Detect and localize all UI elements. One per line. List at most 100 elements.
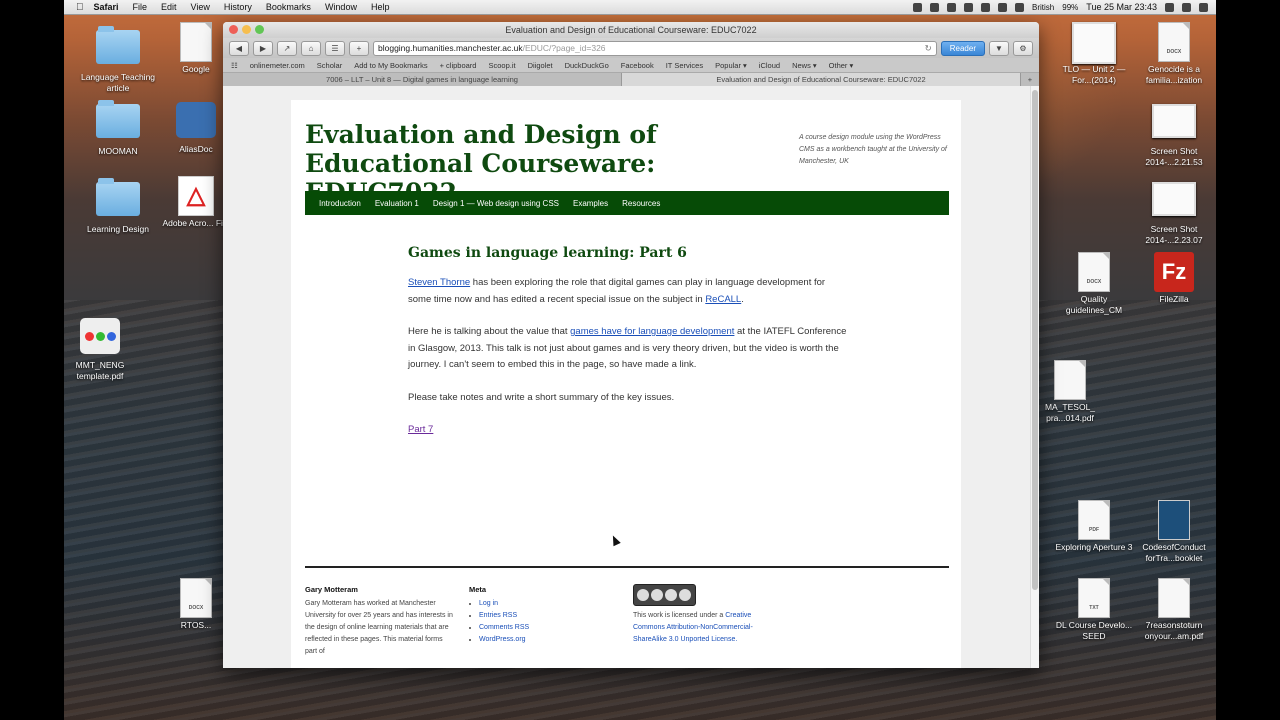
bookmark-item[interactable]: iCloud — [759, 61, 780, 70]
menu-help[interactable]: Help — [371, 2, 390, 12]
menu-edit[interactable]: Edit — [161, 2, 177, 12]
post-paragraph: Steven Thorne has been exploring the rol… — [408, 277, 826, 305]
meta-link-login[interactable]: Log in — [479, 600, 498, 607]
tab-digital-games[interactable]: 7006 – LLT – Unit 8 — Digital games in l… — [223, 73, 622, 87]
share-button[interactable]: ↗ — [277, 40, 297, 56]
volume-icon[interactable] — [1015, 2, 1025, 12]
settings-gear-icon[interactable]: ⚙ — [1013, 40, 1033, 56]
zoom-window-icon[interactable] — [255, 25, 264, 34]
nav-examples[interactable]: Examples — [573, 199, 608, 208]
part-7-link[interactable]: Part 7 — [408, 424, 433, 435]
desktop-icon[interactable]: MA_TESOL_ pra...014.pdf — [1030, 360, 1110, 424]
menu-view[interactable]: View — [191, 2, 210, 12]
clock[interactable]: Tue 25 Mar 23:43 — [1086, 2, 1157, 12]
reading-list-icon[interactable]: ☷ — [231, 61, 238, 70]
back-button[interactable]: ◀ — [229, 40, 249, 56]
bookmark-item[interactable]: News ▾ — [792, 61, 817, 70]
bookmark-item[interactable]: IT Services — [666, 61, 703, 70]
desktop-icon[interactable]: Language Teaching article — [78, 26, 158, 94]
window-title-bar[interactable]: Evaluation and Design of Educational Cou… — [223, 22, 1039, 38]
sync-icon[interactable] — [947, 2, 957, 12]
nav-introduction[interactable]: Introduction — [319, 199, 361, 208]
creative-commons-badge-icon[interactable] — [633, 584, 696, 606]
url-host: blogging.humanities.manchester.ac.uk — [378, 42, 523, 53]
document-icon: DOCX — [1078, 252, 1110, 292]
meta-link-comments-rss[interactable]: Comments RSS — [479, 624, 529, 631]
desktop-icon[interactable]: TLO — Unit 2 — For...(2014) — [1054, 22, 1134, 86]
steven-thorne-link[interactable]: Steven Thorne — [408, 277, 470, 288]
menu-bookmarks[interactable]: Bookmarks — [266, 2, 311, 12]
bookmark-item[interactable]: Diigolet — [528, 61, 553, 70]
dropbox-icon[interactable] — [913, 2, 923, 12]
desktop-icon[interactable]: TXT DL Course Develo... SEED — [1054, 578, 1134, 642]
nav-resources[interactable]: Resources — [622, 199, 660, 208]
add-bookmark-button[interactable]: + — [349, 40, 369, 56]
safari-window: Evaluation and Design of Educational Cou… — [223, 22, 1039, 668]
home-button[interactable]: ⌂ — [301, 40, 321, 56]
desktop-icon[interactable]: Learning Design — [78, 178, 158, 235]
scrollbar-thumb[interactable] — [1032, 90, 1038, 590]
close-window-icon[interactable] — [229, 25, 238, 34]
document-icon — [1158, 578, 1190, 618]
bookmark-item[interactable]: Scoop.it — [488, 61, 515, 70]
url-path: /EDUC/?page_id=326 — [522, 42, 606, 53]
desktop-icon[interactable]: 7reasonstoturn onyour...am.pdf — [1134, 578, 1214, 642]
menu-history[interactable]: History — [224, 2, 252, 12]
folder-icon — [96, 26, 140, 64]
battery-status[interactable]: 99% — [1062, 3, 1078, 12]
notification-center-icon[interactable] — [1199, 2, 1208, 12]
keyboard-layout[interactable]: British — [1032, 3, 1054, 12]
minimize-window-icon[interactable] — [242, 25, 251, 34]
desktop-icon[interactable]: DOCX Genocide is a familia...ization — [1134, 22, 1214, 86]
bookmark-item[interactable]: Popular ▾ — [715, 61, 747, 70]
recall-link[interactable]: ReCALL — [705, 294, 741, 305]
meta-link-wordpress[interactable]: WordPress.org — [479, 636, 526, 643]
vertical-scrollbar[interactable] — [1030, 86, 1039, 668]
footer-author: Gary Motteram Gary Motteram has worked a… — [305, 584, 455, 658]
desktop-icon[interactable]: MMT_NENG template.pdf — [64, 316, 140, 382]
games-language-development-link[interactable]: games have for language development — [570, 326, 734, 337]
bluetooth-icon[interactable] — [981, 2, 991, 12]
bookmark-item[interactable]: DuckDuckGo — [565, 61, 609, 70]
meta-link-entries-rss[interactable]: Entries RSS — [479, 612, 517, 619]
address-bar[interactable]: blogging.humanities.manchester.ac.uk/EDU… — [373, 40, 937, 56]
bookmark-item[interactable]: onlinemeter.com — [250, 61, 305, 70]
desktop-icon[interactable]: CodesofConduct forTra...booklet — [1134, 500, 1214, 564]
forward-button[interactable]: ▶ — [253, 40, 273, 56]
spotlight-icon[interactable] — [1182, 2, 1191, 12]
evernote-icon[interactable] — [930, 2, 940, 12]
menu-app-name[interactable]: Safari — [94, 2, 119, 12]
reader-button[interactable]: Reader — [940, 40, 985, 56]
downloads-button[interactable]: ▼ — [989, 40, 1009, 56]
menu-window[interactable]: Window — [325, 2, 357, 12]
bookmark-item[interactable]: Scholar — [317, 61, 342, 70]
desktop-icon[interactable]: DOCX Quality guidelines_CM — [1054, 252, 1134, 316]
user-icon[interactable] — [1165, 2, 1174, 12]
bookmark-item[interactable]: Other ▾ — [829, 61, 854, 70]
desktop-icon[interactable]: PDF Exploring Aperture 3 — [1054, 500, 1134, 553]
site-nav: Introduction Evaluation 1 Design 1 — Web… — [305, 191, 949, 215]
author-heading: Gary Motteram — [305, 585, 358, 594]
nav-evaluation-1[interactable]: Evaluation 1 — [375, 199, 419, 208]
nav-design-1[interactable]: Design 1 — Web design using CSS — [433, 199, 559, 208]
history-button[interactable]: ☰ — [325, 40, 345, 56]
menu-bar:  Safari File Edit View History Bookmark… — [64, 0, 1216, 15]
bookmark-item[interactable]: Add to My Bookmarks — [354, 61, 427, 70]
bookmark-item[interactable]: Facebook — [621, 61, 654, 70]
author-bio: Gary Motteram has worked at Manchester U… — [305, 600, 453, 655]
apple-menu-icon[interactable]:  — [76, 2, 84, 13]
time-machine-icon[interactable] — [964, 2, 974, 12]
new-tab-button[interactable]: + — [1021, 73, 1039, 87]
post-paragraph: Please take notes and write a short summ… — [408, 391, 675, 403]
desktop-icon[interactable]: Screen Shot 2014-...2.21.53 — [1134, 100, 1214, 168]
desktop-icon[interactable]: MOOMAN — [78, 100, 158, 157]
footer-divider — [305, 566, 949, 568]
desktop-icon[interactable]: Fz FileZilla — [1134, 252, 1214, 305]
wifi-icon[interactable] — [998, 2, 1008, 12]
menu-file[interactable]: File — [133, 2, 148, 12]
document-icon — [180, 22, 212, 62]
reload-icon[interactable]: ↻ — [925, 42, 932, 55]
desktop-icon[interactable]: Screen Shot 2014-...2.23.07 — [1134, 178, 1214, 246]
bookmark-item[interactable]: + clipboard — [440, 61, 477, 70]
tab-educ7022[interactable]: Evaluation and Design of Educational Cou… — [622, 73, 1021, 87]
